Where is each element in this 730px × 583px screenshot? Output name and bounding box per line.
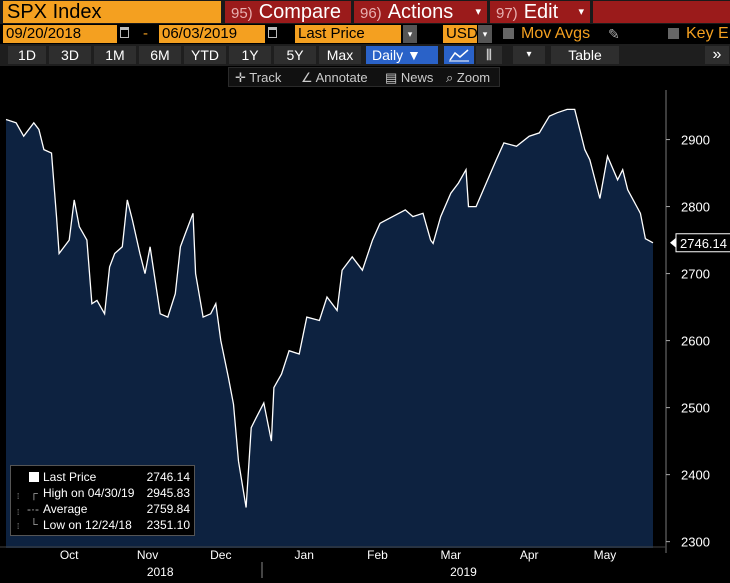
line-chart-icon[interactable]: [444, 46, 474, 64]
x-tick-label: Oct: [60, 548, 79, 562]
mov-avgs-label: Mov Avgs: [521, 25, 591, 42]
legend-low: ⁞ └ Low on 12/24/18 2351.10: [11, 517, 196, 533]
legend-high-value: 2945.83: [146, 486, 190, 500]
zoom-label: Zoom: [456, 70, 491, 85]
y-tick-label: 2800: [681, 200, 710, 215]
range-toolbar: 1D 3D 1M 6M YTD 1Y 5Y Max Daily ▼ ⫼ ▾ Ta…: [0, 44, 730, 66]
average-marker-icon: -·-: [27, 502, 39, 516]
title-bar: SPX Index 95) Compare 96) Actions ▾ 97) Edi…: [0, 0, 730, 24]
price-field-dropdown-icon[interactable]: ▾: [403, 25, 417, 43]
year-label: 2019: [450, 565, 477, 578]
chart-type-dropdown-icon[interactable]: ▾: [513, 46, 545, 64]
low-marker-icon: └: [30, 519, 38, 531]
annotate-label: Annotate: [315, 70, 368, 85]
legend-high: ⁞ ┌ High on 04/30/19 2945.83: [11, 485, 196, 501]
pencil-icon[interactable]: ✎: [608, 26, 620, 43]
edit-menu[interactable]: 97) Edit ▾: [490, 1, 590, 23]
news-tool[interactable]: ▤ News: [385, 68, 433, 88]
annotate-icon: ∠: [301, 70, 313, 85]
end-date-field[interactable]: 06/03/2019: [159, 25, 265, 43]
end-calendar-icon[interactable]: [268, 27, 277, 38]
x-tick-label: Mar: [440, 548, 461, 562]
news-icon: ▤: [385, 70, 398, 85]
compare-menu-label: Compare: [258, 1, 341, 23]
y-tick-label: 2400: [681, 468, 710, 483]
x-tick-label: Jan: [295, 548, 314, 562]
table-button[interactable]: Table: [551, 46, 619, 64]
actions-menu[interactable]: 96) Actions ▾: [354, 1, 487, 23]
x-tick-label: Nov: [137, 548, 158, 562]
last-value-label: 2746.14: [680, 236, 727, 251]
track-tool[interactable]: ✛ Track: [235, 68, 281, 88]
chart-legend: Last Price 2746.14 ⁞ ┌ High on 04/30/19 …: [10, 465, 195, 536]
range-max-button[interactable]: Max: [319, 46, 361, 64]
range-3d-button[interactable]: 3D: [49, 46, 91, 64]
annotate-tool[interactable]: ∠ Annotate: [301, 68, 368, 88]
x-tick-label: Apr: [520, 548, 539, 562]
actions-menu-number: 96): [360, 5, 382, 22]
range-5y-button[interactable]: 5Y: [274, 46, 316, 64]
legend-tree-icon: ⁞: [17, 522, 20, 531]
chart-tools: ✛ Track ∠ Annotate ▤ News ⌕ Zoom: [228, 67, 500, 87]
y-tick-label: 2900: [681, 133, 710, 148]
key-events-label: Key E: [686, 25, 729, 42]
y-tick-label: 2700: [681, 267, 710, 282]
range-1m-button[interactable]: 1M: [94, 46, 136, 64]
track-label: Track: [249, 70, 282, 85]
range-1d-button[interactable]: 1D: [8, 46, 46, 64]
y-tick-label: 2500: [681, 401, 710, 416]
legend-low-label: Low on 12/24/18: [43, 518, 132, 532]
more-icon[interactable]: »: [705, 46, 729, 64]
legend-average-value: 2759.84: [146, 502, 190, 516]
legend-last-price: Last Price 2746.14: [11, 469, 196, 485]
range-1y-button[interactable]: 1Y: [229, 46, 271, 64]
x-tick-label: May: [594, 548, 617, 562]
edit-menu-number: 97): [496, 5, 518, 22]
menu-bar-filler: [593, 1, 730, 23]
legend-average-label: Average: [43, 502, 88, 516]
parameter-bar: 09/20/2018 - 06/03/2019 Last Price ▾ USD…: [0, 24, 730, 44]
mov-avgs-checkbox[interactable]: [503, 28, 514, 39]
range-ytd-button[interactable]: YTD: [184, 46, 226, 64]
x-tick-label: Feb: [367, 548, 388, 562]
x-tick-label: Dec: [210, 548, 231, 562]
legend-low-value: 2351.10: [146, 518, 190, 532]
price-field-select[interactable]: Last Price: [295, 25, 401, 43]
crosshair-icon: ✛: [235, 70, 246, 85]
currency-select[interactable]: USD: [443, 25, 478, 43]
last-value-pointer-icon: [670, 237, 676, 248]
range-6m-button[interactable]: 6M: [139, 46, 181, 64]
last-price-swatch-icon: [29, 472, 39, 482]
edit-dropdown-icon: ▾: [578, 6, 584, 18]
zoom-icon: ⌕: [446, 70, 454, 85]
zoom-tool[interactable]: ⌕ Zoom: [446, 68, 490, 88]
compare-menu-number: 95): [231, 5, 253, 22]
start-calendar-icon[interactable]: [120, 27, 129, 38]
start-date-field[interactable]: 09/20/2018: [3, 25, 117, 43]
edit-menu-label: Edit: [523, 1, 559, 23]
y-tick-label: 2300: [681, 535, 710, 550]
bar-chart-icon[interactable]: ⫼: [476, 46, 502, 64]
currency-dropdown-icon[interactable]: ▾: [478, 25, 492, 43]
legend-last-price-label: Last Price: [43, 470, 97, 484]
year-label: 2018: [147, 565, 174, 578]
frequency-dropdown[interactable]: Daily ▼: [366, 46, 438, 64]
news-label: News: [400, 70, 434, 85]
legend-last-price-value: 2746.14: [146, 470, 190, 484]
ticker-field[interactable]: SPX Index: [3, 1, 221, 23]
actions-dropdown-icon: ▾: [475, 6, 481, 18]
actions-menu-label: Actions: [387, 1, 454, 23]
date-separator: -: [143, 25, 148, 42]
legend-average: ⁞ -·- Average 2759.84: [11, 501, 196, 517]
legend-high-label: High on 04/30/19: [43, 486, 135, 500]
key-events-checkbox[interactable]: [668, 28, 679, 39]
high-marker-icon: ┌: [30, 488, 38, 500]
y-tick-label: 2600: [681, 334, 710, 349]
compare-menu[interactable]: 95) Compare: [225, 1, 351, 23]
